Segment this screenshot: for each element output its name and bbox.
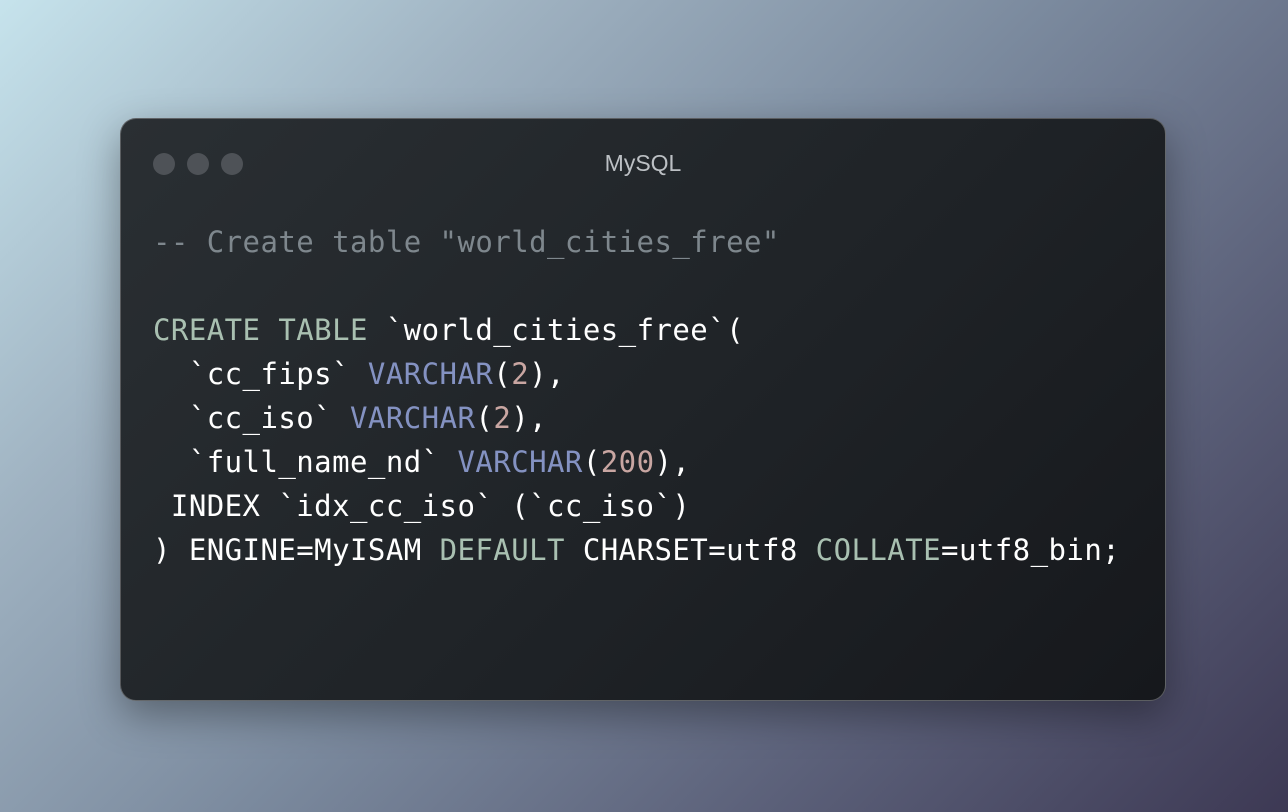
column-name: `full_name_nd` [153,445,458,479]
keyword-collate: COLLATE [815,533,942,567]
index-definition: INDEX `idx_cc_iso` (`cc_iso`) [153,489,691,523]
table-name: `world_cities_free`( [367,313,745,347]
column-length: 200 [600,445,655,479]
collate-value: =utf8_bin; [941,533,1121,567]
window-title: MySQL [604,150,682,176]
keyword-create-table: CREATE TABLE [153,313,368,347]
column-type: VARCHAR [367,357,494,391]
code-line-full-name-nd: `full_name_nd` VARCHAR(200), [153,440,1120,484]
code-line-index: INDEX `idx_cc_iso` (`cc_iso`) [153,484,1120,528]
code-window: MySQL -- Create table "world_cities_free… [120,118,1166,701]
code-line-cc-fips: `cc_fips` VARCHAR(2), [153,352,1120,396]
keyword-default: DEFAULT [439,533,565,567]
sql-comment: -- Create table "world_cities_free" [153,225,780,259]
column-type: VARCHAR [457,445,583,479]
column-length: 2 [493,401,512,435]
code-line-1: -- Create table "world_cities_free" [153,220,1120,264]
column-name: `cc_fips` [153,357,368,391]
engine-clause: ) ENGINE=MyISAM [153,533,440,567]
code-block: -- Create table "world_cities_free" CREA… [153,220,1120,572]
code-line-engine: ) ENGINE=MyISAM DEFAULT CHARSET=utf8 COL… [153,528,1120,572]
paren-close: ), [529,357,565,391]
column-length: 2 [511,357,530,391]
paren-open: ( [493,357,512,391]
code-line-create: CREATE TABLE `world_cities_free`( [153,308,1120,352]
column-type: VARCHAR [350,401,476,435]
paren-open: ( [475,401,494,435]
paren-open: ( [582,445,601,479]
paren-close: ), [511,401,548,435]
column-name: `cc_iso` [153,401,351,435]
paren-close: ), [654,445,691,479]
charset-clause: CHARSET=utf8 [564,533,816,567]
code-line-cc-iso: `cc_iso` VARCHAR(2), [153,396,1120,440]
